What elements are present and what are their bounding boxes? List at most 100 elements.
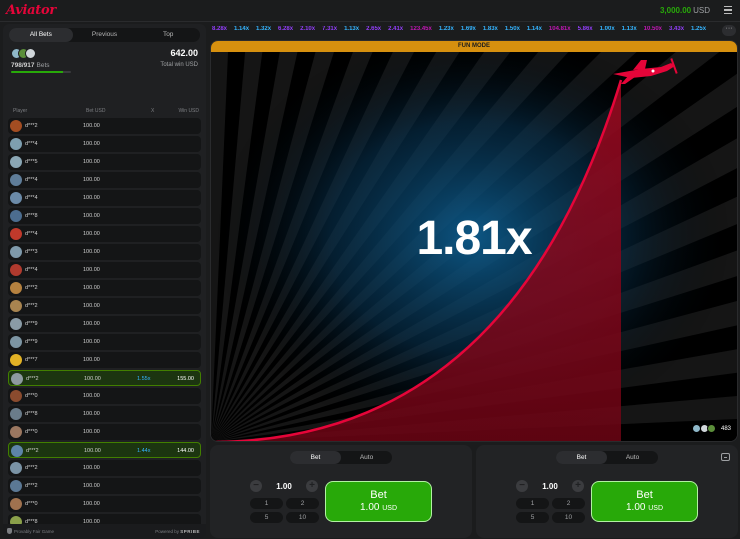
player-name: d***4 xyxy=(25,141,38,147)
player-name: d***7 xyxy=(25,357,38,363)
bets-progress-bar xyxy=(11,71,71,73)
player-name: d***2 xyxy=(25,123,38,129)
history-multiplier: 1.23x xyxy=(438,26,454,32)
bet-amount: 100.00 xyxy=(83,339,100,345)
bet-row: d***8 100.00 xyxy=(8,208,201,224)
player-name: d***2 xyxy=(26,376,39,382)
bet-amount: 100.00 xyxy=(83,501,100,507)
decrease-button[interactable]: − xyxy=(250,480,262,492)
col-bet: Bet USD xyxy=(86,108,106,114)
history-multiplier: 104.81x xyxy=(548,26,571,32)
quick-amount-10[interactable]: 10 xyxy=(286,512,319,523)
avatar xyxy=(10,318,22,330)
bet-button-label: Bet xyxy=(636,489,653,501)
avatar xyxy=(10,462,22,474)
avatar xyxy=(11,373,23,385)
col-player: Player xyxy=(13,108,28,114)
provably-fair-link[interactable]: Provably Fair Game xyxy=(14,529,54,534)
avatar xyxy=(10,282,22,294)
player-name: d***2 xyxy=(25,285,38,291)
tab-all-bets[interactable]: All Bets xyxy=(9,28,73,42)
bet-amount: 100.00 xyxy=(83,465,100,471)
avatar xyxy=(10,174,22,186)
bet-amount: 100.00 xyxy=(83,357,100,363)
history-multiplier: 2.10x xyxy=(300,26,316,32)
bet-row: d***2 100.00 xyxy=(8,280,201,296)
bets-count: 798/917 Bets xyxy=(11,62,50,69)
player-name: d***2 xyxy=(25,483,38,489)
quick-amount-10[interactable]: 10 xyxy=(552,512,585,523)
avatar xyxy=(10,390,22,402)
bets-panel: All Bets Previous Top 798/917 Bets 642.00… xyxy=(3,24,206,538)
current-multiplier: 1.81x xyxy=(416,212,532,265)
quick-amount-2[interactable]: 2 xyxy=(286,498,319,509)
bet-amount: 100.00 xyxy=(84,376,101,382)
player-name: d***3 xyxy=(25,249,38,255)
online-count: 483 xyxy=(720,425,731,432)
bet-amount: 100.00 xyxy=(83,123,100,129)
avatar xyxy=(25,48,36,59)
win-amount: 144.00 xyxy=(177,448,194,454)
quick-amount-5[interactable]: 5 xyxy=(516,512,549,523)
bet-button[interactable]: Bet 1.00 USD xyxy=(325,481,432,522)
avatar xyxy=(10,408,22,420)
bet-amount-input[interactable]: 1.00 xyxy=(264,482,304,491)
history-multiplier: 1.14x xyxy=(526,26,542,32)
player-name: d***0 xyxy=(25,429,38,435)
menu-icon[interactable] xyxy=(724,6,732,14)
avatar xyxy=(10,426,22,438)
bet-row: d***0 100.00 xyxy=(8,388,201,404)
bet-button[interactable]: Bet 1.00 USD xyxy=(591,481,698,522)
bets-tabs: All Bets Previous Top xyxy=(9,28,200,42)
history-multiplier: 5.86x xyxy=(577,26,593,32)
bet-amount-input[interactable]: 1.00 xyxy=(530,482,570,491)
player-name: d***0 xyxy=(25,501,38,507)
remove-panel-icon[interactable] xyxy=(721,453,730,461)
bets-table-header: Player Bet USD X Win USD xyxy=(13,108,199,116)
avatar xyxy=(11,445,23,457)
decrease-button[interactable]: − xyxy=(516,480,528,492)
bet-amount: 100.00 xyxy=(83,303,100,309)
history-multiplier: 2.41x xyxy=(388,26,404,32)
bet-row: d***4 100.00 xyxy=(8,136,201,152)
avatar xyxy=(10,156,22,168)
bet-amount: 100.00 xyxy=(83,231,100,237)
total-win-label: Total win USD xyxy=(160,62,198,68)
history-multiplier: 1.25x xyxy=(691,26,707,32)
col-x: X xyxy=(151,108,155,114)
tab-auto[interactable]: Auto xyxy=(341,451,392,464)
bet-row: d***4 100.00 xyxy=(8,190,201,206)
multiplier-history: 8.28x 1.14x 1.32x 6.28x 2.10x 7.31x 1.13x 2.65x… xyxy=(212,26,717,36)
tab-previous[interactable]: Previous xyxy=(73,28,137,42)
quick-amount-5[interactable]: 5 xyxy=(250,512,283,523)
balance-currency: USD xyxy=(693,6,710,15)
tab-bet[interactable]: Bet xyxy=(290,451,341,464)
tab-top[interactable]: Top xyxy=(136,28,200,42)
history-more-button[interactable]: ··· xyxy=(722,25,736,36)
bet-amount: 100.00 xyxy=(83,411,100,417)
avatar xyxy=(10,192,22,204)
history-multiplier: 1.00x xyxy=(599,26,615,32)
bets-footer: Provably Fair Game Powered by SPRIBE xyxy=(3,524,206,538)
increase-button[interactable]: + xyxy=(306,480,318,492)
player-name: d***8 xyxy=(25,213,38,219)
increase-button[interactable]: + xyxy=(572,480,584,492)
bet-row: d***2 100.00 1.44x 144.00 xyxy=(8,442,201,458)
shield-icon xyxy=(7,528,12,534)
cashout-multiplier: 1.55x xyxy=(137,376,151,382)
col-win: Win USD xyxy=(178,108,199,114)
avatar xyxy=(10,120,22,132)
bet-row: d***8 100.00 xyxy=(8,406,201,422)
tab-bet[interactable]: Bet xyxy=(556,451,607,464)
player-name: d***4 xyxy=(25,177,38,183)
bet-row: d***2 100.00 1.55x 155.00 xyxy=(8,370,201,386)
top-bar: Aviator 3,000.00 USD xyxy=(0,0,740,22)
quick-amount-2[interactable]: 2 xyxy=(552,498,585,509)
player-name: d***8 xyxy=(25,411,38,417)
quick-amount-1[interactable]: 1 xyxy=(516,498,549,509)
bet-row: d***2 100.00 xyxy=(8,118,201,134)
bet-amount: 100.00 xyxy=(83,141,100,147)
quick-amount-1[interactable]: 1 xyxy=(250,498,283,509)
tab-auto[interactable]: Auto xyxy=(607,451,658,464)
bet-amount: 100.00 xyxy=(83,429,100,435)
